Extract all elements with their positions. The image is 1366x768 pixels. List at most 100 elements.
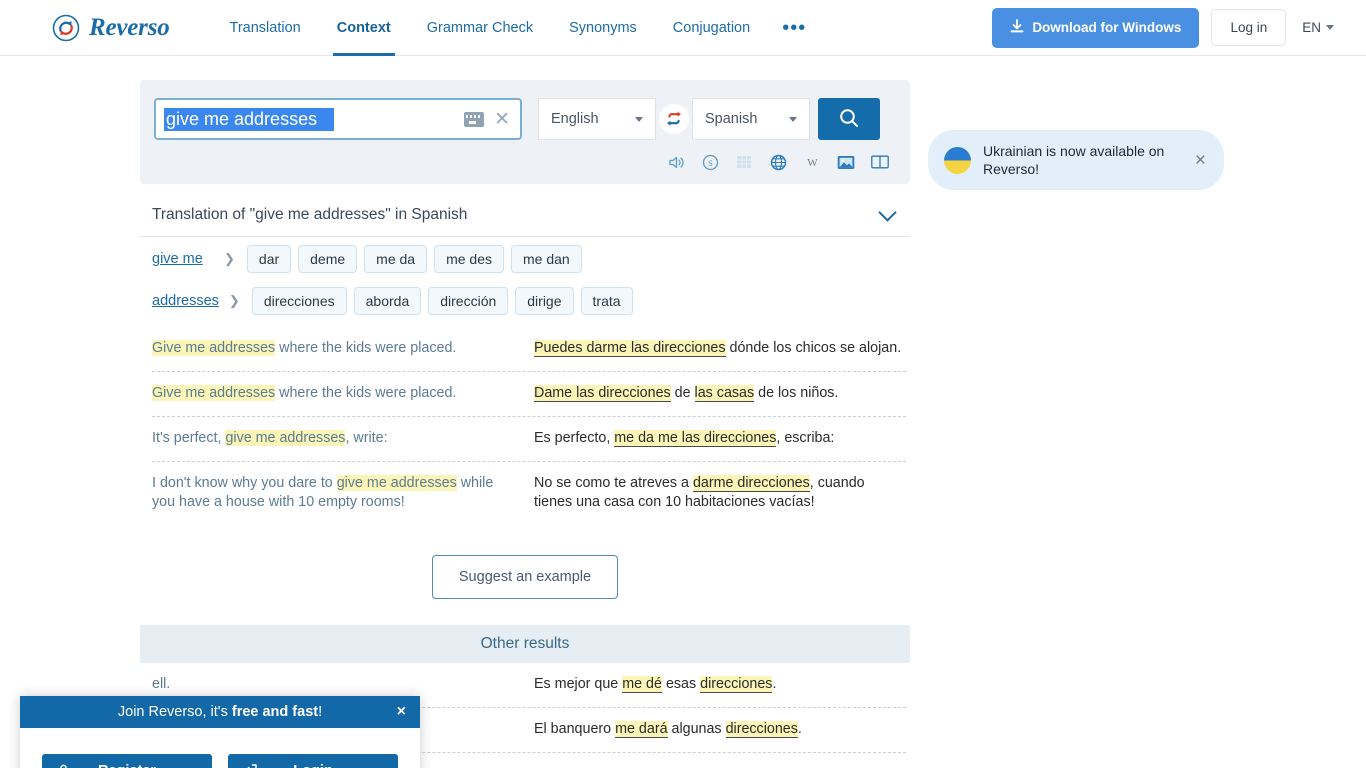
register-button[interactable]: Register bbox=[42, 754, 212, 768]
suggest-an-example-button[interactable]: Suggest an example bbox=[431, 555, 619, 599]
conjugation-grid-icon[interactable] bbox=[734, 152, 754, 172]
plain-text: where the kids were placed. bbox=[275, 340, 457, 356]
search-input[interactable]: give me addresses ✕ bbox=[154, 98, 522, 140]
reverso-logo[interactable]: Reverso bbox=[52, 14, 170, 42]
notification-close-icon[interactable]: × bbox=[1191, 151, 1210, 170]
example-target-text: Puedes darme las direcciones dónde los c… bbox=[534, 339, 906, 358]
highlighted-term: Dame las direcciones bbox=[534, 385, 671, 402]
example-source-text: ell. bbox=[152, 675, 534, 694]
login-arrow-icon bbox=[242, 763, 258, 768]
plain-text: Es mejor que bbox=[534, 676, 623, 692]
swap-languages-button[interactable] bbox=[656, 98, 692, 140]
translation-section-header[interactable]: Translation of "give me addresses" in Sp… bbox=[140, 192, 910, 237]
nav-item-synonyms[interactable]: Synonyms bbox=[551, 0, 655, 56]
highlighted-term: direcciones bbox=[725, 721, 798, 738]
example-target-text: Es mejor que me dé esas direcciones. bbox=[534, 675, 906, 694]
synonyms-icon[interactable]: S bbox=[700, 152, 720, 172]
page-body: give me addresses ✕ English Spanish S W … bbox=[0, 56, 1366, 768]
clear-search-icon[interactable]: ✕ bbox=[494, 110, 510, 129]
plain-text: dónde los chicos se alojan. bbox=[725, 340, 902, 356]
plain-text: de bbox=[670, 385, 695, 401]
dictionary-book-icon[interactable] bbox=[870, 152, 890, 172]
download-for-windows-button[interactable]: Download for Windows bbox=[992, 7, 1200, 48]
translation-chip[interactable]: me da bbox=[364, 245, 428, 273]
example-target-text: El banquero me dará algunas direcciones. bbox=[534, 720, 906, 739]
translation-chip[interactable]: direcciones bbox=[251, 287, 347, 315]
highlighted-term: las casas bbox=[694, 385, 755, 402]
translation-section-title: Translation of "give me addresses" in Sp… bbox=[152, 206, 468, 223]
chevron-right-icon: ❯ bbox=[224, 251, 235, 266]
translation-chip[interactable]: trata bbox=[580, 287, 633, 315]
highlighted-term: give me addresses bbox=[336, 475, 457, 491]
image-icon[interactable] bbox=[836, 152, 856, 172]
target-language-select[interactable]: Spanish bbox=[692, 98, 810, 140]
nav-item-translation[interactable]: Translation bbox=[212, 0, 319, 56]
search-input-value[interactable]: give me addresses bbox=[164, 107, 334, 131]
join-popup-header: Join Reverso, it's free and fast! × bbox=[20, 696, 420, 728]
example-row[interactable]: It's perfect, give me addresses, write: E… bbox=[152, 416, 906, 461]
word-row-source[interactable]: addresses bbox=[152, 293, 219, 309]
word-row: addresses ❯ direcciones aborda dirección… bbox=[140, 279, 910, 321]
example-row[interactable]: I don't know why you dare to give me add… bbox=[152, 461, 906, 525]
reverso-logo-icon bbox=[52, 14, 80, 42]
plain-text: , escriba: bbox=[776, 430, 835, 446]
globe-icon[interactable] bbox=[768, 152, 788, 172]
translation-chip[interactable]: me des bbox=[434, 245, 505, 273]
translation-chip[interactable]: dirección bbox=[428, 287, 509, 315]
main-content: give me addresses ✕ English Spanish S W … bbox=[140, 56, 910, 599]
plain-text: ell. bbox=[152, 676, 171, 692]
example-row[interactable]: Give me addresses where the kids were pl… bbox=[152, 371, 906, 416]
nav-more-icon[interactable]: ••• bbox=[768, 8, 820, 48]
highlighted-term: Puedes darme las direcciones bbox=[534, 340, 726, 357]
example-source-text: Give me addresses where the kids were pl… bbox=[152, 384, 534, 403]
chevron-down-icon[interactable] bbox=[878, 203, 897, 222]
translation-chip[interactable]: dirige bbox=[515, 287, 574, 315]
reverso-logo-text: Reverso bbox=[89, 13, 170, 41]
translation-chip[interactable]: me dan bbox=[511, 245, 582, 273]
chevron-down-icon bbox=[789, 116, 797, 122]
translation-chip[interactable]: aborda bbox=[353, 287, 422, 315]
plain-text: It's perfect, bbox=[152, 430, 226, 446]
word-row-source[interactable]: give me bbox=[152, 251, 214, 267]
log-in-button[interactable]: Log in bbox=[1211, 9, 1287, 46]
chevron-down-icon bbox=[1326, 25, 1334, 30]
search-panel: give me addresses ✕ English Spanish S W bbox=[140, 80, 910, 184]
search-icon bbox=[838, 107, 860, 132]
main-nav: Translation Context Grammar Check Synony… bbox=[212, 0, 821, 56]
join-popup-close-icon[interactable]: × bbox=[397, 703, 406, 721]
highlighted-term: Give me addresses bbox=[152, 340, 276, 356]
word-row: give me ❯ dar deme me da me des me dan bbox=[140, 237, 910, 279]
ukraine-flag-icon bbox=[944, 146, 971, 174]
download-button-label: Download for Windows bbox=[1032, 20, 1182, 35]
wikipedia-icon[interactable]: W bbox=[802, 152, 822, 172]
source-language-select[interactable]: English bbox=[538, 98, 656, 140]
example-row[interactable]: Give me addresses where the kids were pl… bbox=[152, 335, 906, 371]
examples-list: Give me addresses where the kids were pl… bbox=[140, 335, 910, 525]
login-button[interactable]: Login bbox=[228, 754, 398, 768]
virtual-keyboard-icon[interactable] bbox=[464, 111, 485, 127]
plain-text: I don't know why you dare to bbox=[152, 475, 337, 491]
search-button[interactable] bbox=[818, 98, 880, 140]
notification-text: Ukrainian is now available on Reverso! bbox=[983, 143, 1165, 177]
target-language-label: Spanish bbox=[705, 111, 758, 127]
example-source-text: Give me addresses where the kids were pl… bbox=[152, 339, 534, 358]
translation-chip[interactable]: dar bbox=[246, 245, 292, 273]
chevron-right-icon: ❯ bbox=[228, 293, 240, 308]
example-target-text: Es perfecto, me da me las direcciones, e… bbox=[534, 429, 906, 448]
other-results-header: Other results bbox=[140, 625, 910, 663]
nav-item-context[interactable]: Context bbox=[319, 0, 409, 56]
speaker-icon[interactable] bbox=[666, 152, 686, 172]
nav-item-grammar-check[interactable]: Grammar Check bbox=[409, 0, 551, 56]
example-source-text: It's perfect, give me addresses, write: bbox=[152, 429, 534, 448]
highlighted-term: me dé bbox=[622, 676, 662, 693]
highlighted-term: Give me addresses bbox=[152, 385, 276, 401]
tool-icons-row: S W bbox=[154, 140, 896, 174]
highlighted-term: direcciones bbox=[700, 676, 773, 693]
site-header: Reverso Translation Context Grammar Chec… bbox=[0, 0, 1366, 56]
svg-text:S: S bbox=[708, 158, 713, 168]
ui-language-selector[interactable]: EN bbox=[1298, 14, 1338, 41]
nav-item-conjugation[interactable]: Conjugation bbox=[655, 0, 768, 56]
ui-language-label: EN bbox=[1302, 20, 1321, 35]
plain-text: esas bbox=[661, 676, 701, 692]
translation-chip[interactable]: deme bbox=[298, 245, 358, 273]
